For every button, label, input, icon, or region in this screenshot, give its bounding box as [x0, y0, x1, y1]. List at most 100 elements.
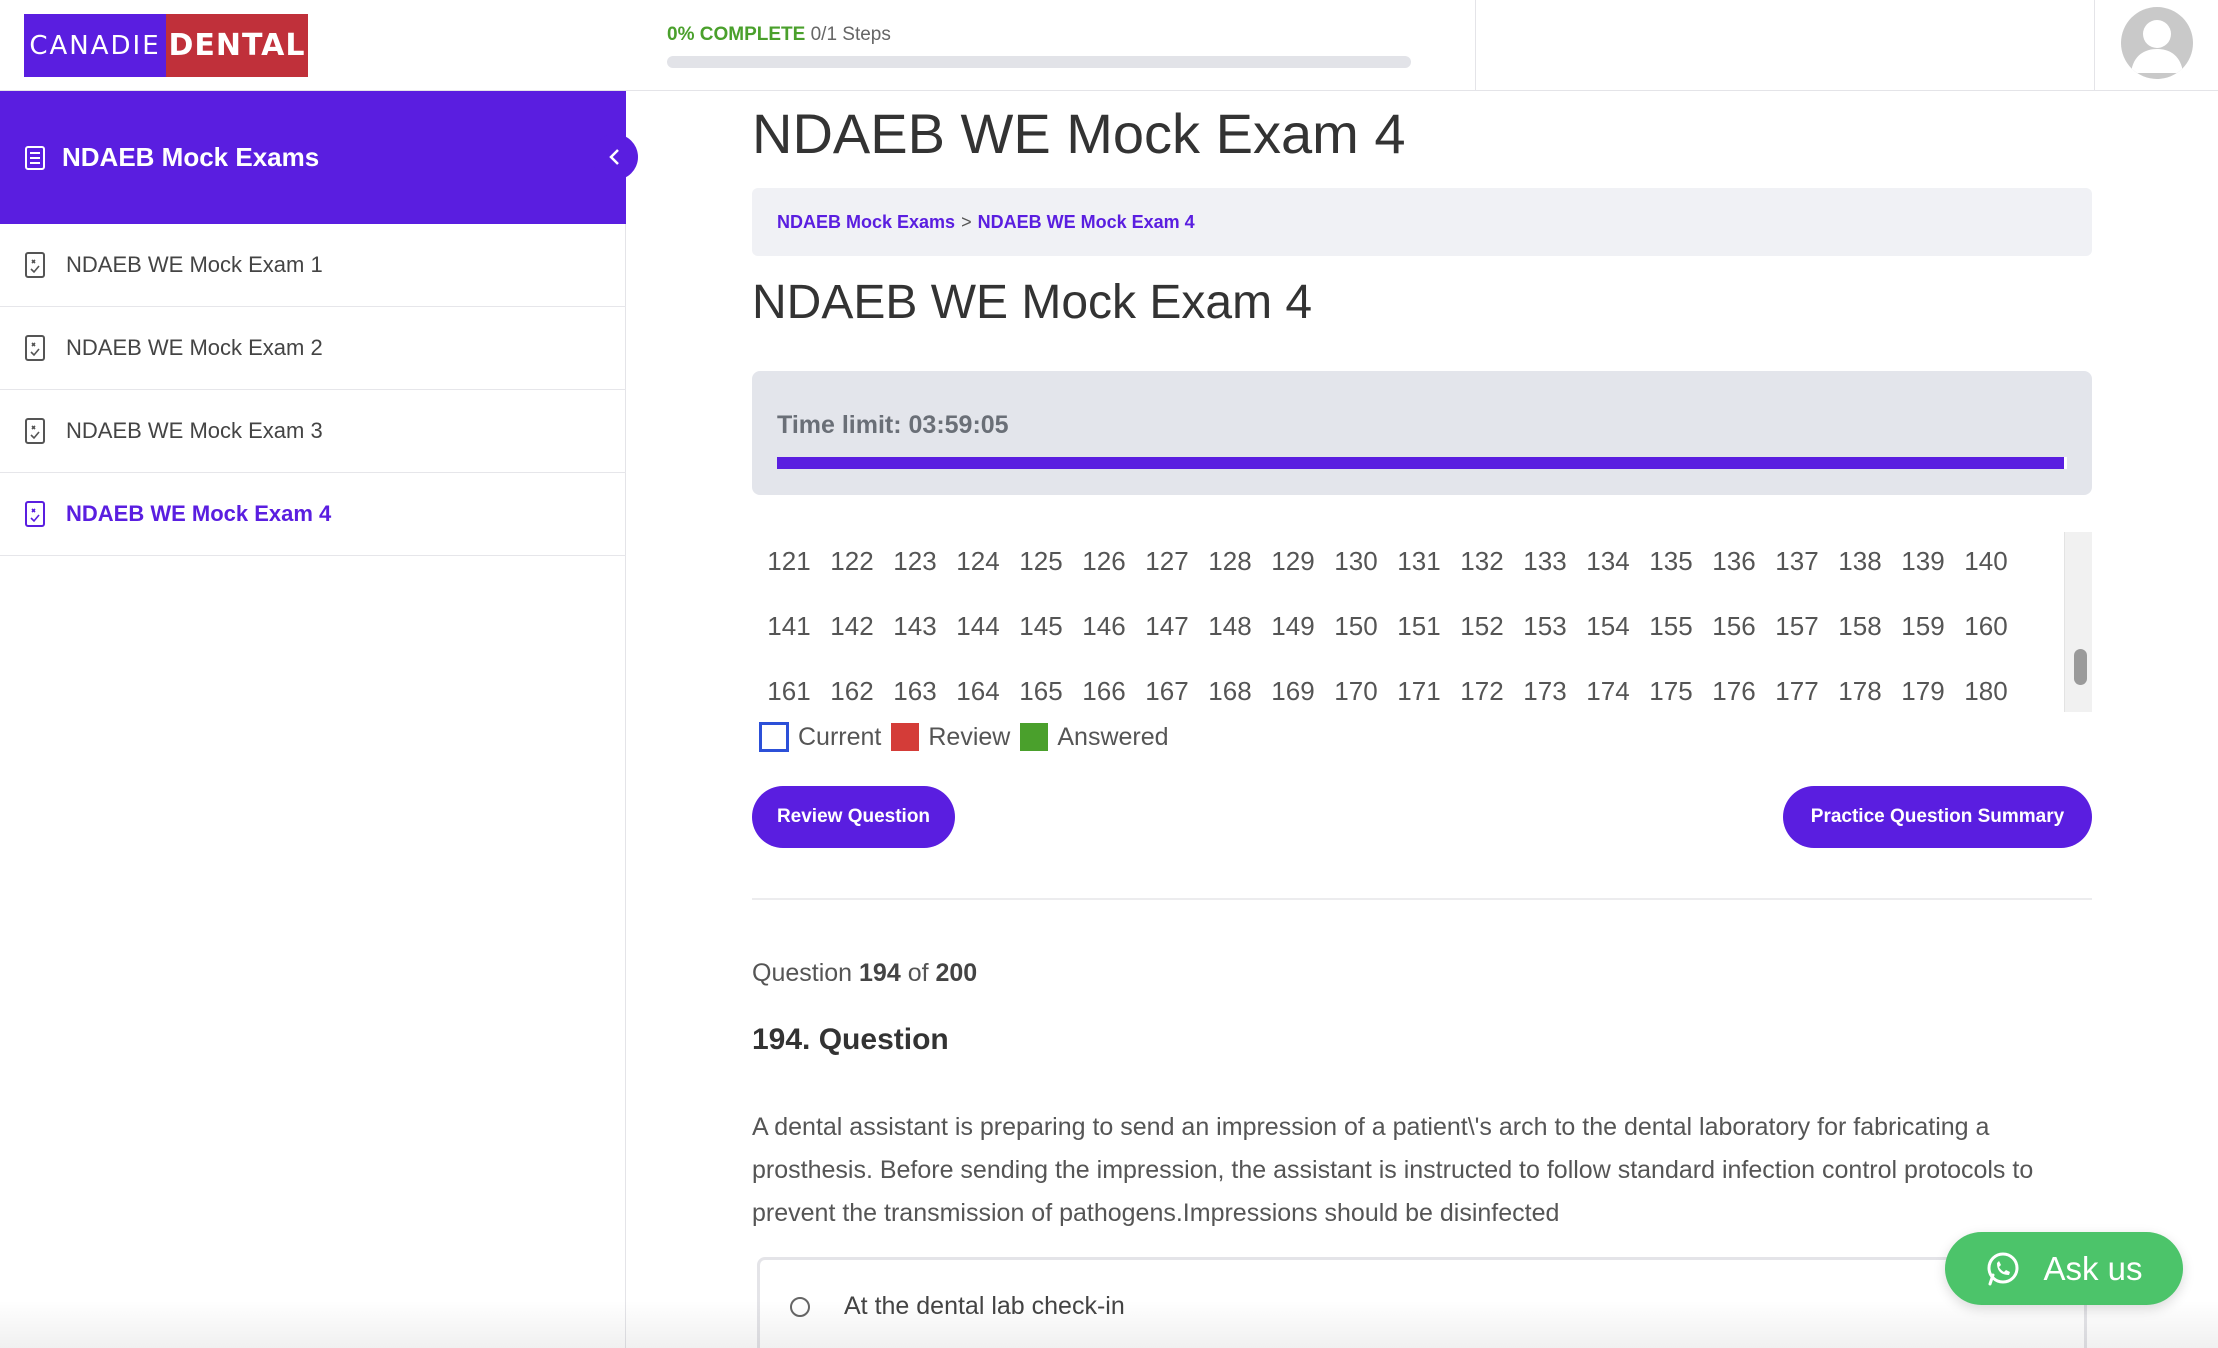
course-progress: 0% COMPLETE 0/1 Steps: [667, 24, 1411, 68]
question-number-button[interactable]: 128: [1201, 532, 1259, 590]
sidebar-item-exam-2[interactable]: NDAEB WE Mock Exam 2: [0, 307, 626, 390]
answer-option-label: At the dental lab check-in: [844, 1292, 1125, 1320]
question-number-button[interactable]: 122: [823, 532, 881, 590]
answer-radio[interactable]: [790, 1297, 810, 1317]
question-number-button[interactable]: 159: [1894, 597, 1952, 655]
breadcrumb-parent-link[interactable]: NDAEB Mock Exams: [777, 212, 955, 233]
question-number-button[interactable]: 165: [1012, 662, 1070, 712]
scrollbar-thumb[interactable]: [2074, 649, 2087, 685]
question-number-button[interactable]: 149: [1264, 597, 1322, 655]
question-number-button[interactable]: 123: [886, 532, 944, 590]
legend-review-swatch: [891, 723, 920, 751]
sidebar-item-exam-3[interactable]: NDAEB WE Mock Exam 3: [0, 390, 626, 473]
sidebar-title: NDAEB Mock Exams: [62, 142, 320, 172]
question-number-button[interactable]: 142: [823, 597, 881, 655]
question-text: A dental assistant is preparing to send …: [752, 1113, 2034, 1227]
question-number-button[interactable]: 175: [1642, 662, 1700, 712]
sidebar-item-exam-4[interactable]: NDAEB WE Mock Exam 4: [0, 473, 626, 556]
question-number-button[interactable]: 156: [1705, 597, 1763, 655]
question-number-button[interactable]: 161: [760, 662, 818, 712]
time-limit-bar-fill: [777, 457, 2065, 469]
question-number-button[interactable]: 133: [1516, 532, 1574, 590]
question-number-button[interactable]: 166: [1075, 662, 1133, 712]
question-number-button[interactable]: 139: [1894, 532, 1952, 590]
quiz-icon: [25, 501, 45, 527]
question-number-button[interactable]: 164: [949, 662, 1007, 712]
question-number-button[interactable]: 135: [1642, 532, 1700, 590]
question-number-button[interactable]: 157: [1768, 597, 1826, 655]
question-number-button[interactable]: 140: [1957, 532, 2015, 590]
quiz-icon: [25, 418, 45, 444]
question-number-button[interactable]: 155: [1642, 597, 1700, 655]
question-number-button[interactable]: 163: [886, 662, 944, 712]
top-bar: CANADIE DENTAL 0% COMPLETE 0/1 Steps: [0, 0, 2218, 91]
user-avatar-icon[interactable]: [2121, 7, 2193, 79]
question-title: 194. Question: [752, 1023, 949, 1056]
question-number-button[interactable]: 134: [1579, 532, 1637, 590]
sidebar-header[interactable]: NDAEB Mock Exams: [0, 91, 626, 224]
question-number-button[interactable]: 172: [1453, 662, 1511, 712]
question-number-button[interactable]: 143: [886, 597, 944, 655]
question-number-button[interactable]: 160: [1957, 597, 2015, 655]
time-limit-panel: Time limit: 03:59:05: [752, 371, 2092, 495]
question-number-button[interactable]: 154: [1579, 597, 1637, 655]
question-number-button[interactable]: 124: [949, 532, 1007, 590]
question-number-button[interactable]: 141: [760, 597, 818, 655]
question-number-button[interactable]: 179: [1894, 662, 1952, 712]
breadcrumb-current-link[interactable]: NDAEB WE Mock Exam 4: [978, 212, 1195, 233]
header-divider: [2094, 0, 2095, 90]
question-number-button[interactable]: 130: [1327, 532, 1385, 590]
question-number-button[interactable]: 173: [1516, 662, 1574, 712]
progress-bar: [667, 56, 1411, 68]
legend-current-swatch: [759, 722, 789, 752]
question-number-button[interactable]: 168: [1201, 662, 1259, 712]
question-number-button[interactable]: 132: [1453, 532, 1511, 590]
question-number-button[interactable]: 153: [1516, 597, 1574, 655]
question-number-button[interactable]: 148: [1201, 597, 1259, 655]
question-number-button[interactable]: 170: [1327, 662, 1385, 712]
question-status-legend: Current Review Answered: [759, 722, 1179, 752]
question-number-button[interactable]: 146: [1075, 597, 1133, 655]
question-number-button[interactable]: 147: [1138, 597, 1196, 655]
page-title: NDAEB WE Mock Exam 4: [752, 102, 1406, 165]
section-title: NDAEB WE Mock Exam 4: [752, 276, 1313, 329]
question-number-button[interactable]: 162: [823, 662, 881, 712]
question-number-button[interactable]: 180: [1957, 662, 2015, 712]
question-number-button[interactable]: 121: [760, 532, 818, 590]
question-number-button[interactable]: 138: [1831, 532, 1889, 590]
question-number-button[interactable]: 151: [1390, 597, 1448, 655]
question-number-button[interactable]: 131: [1390, 532, 1448, 590]
question-number-button[interactable]: 178: [1831, 662, 1889, 712]
answer-option[interactable]: At the dental lab check-in: [757, 1257, 2087, 1348]
question-number-button[interactable]: 177: [1768, 662, 1826, 712]
course-sidebar: NDAEB Mock Exams NDAEB WE Mock Exam 1 ND…: [0, 91, 638, 1348]
progress-percent: 0% COMPLETE: [667, 24, 806, 45]
question-number-button[interactable]: 171: [1390, 662, 1448, 712]
site-logo[interactable]: CANADIE DENTAL: [24, 14, 308, 77]
question-number-button[interactable]: 167: [1138, 662, 1196, 712]
review-question-button[interactable]: Review Question: [752, 786, 955, 848]
divider: [752, 898, 2092, 900]
question-number-button[interactable]: 144: [949, 597, 1007, 655]
question-number-button[interactable]: 127: [1138, 532, 1196, 590]
question-number-button[interactable]: 137: [1768, 532, 1826, 590]
question-number-button[interactable]: 126: [1075, 532, 1133, 590]
question-number-button[interactable]: 158: [1831, 597, 1889, 655]
legend-current-label: Current: [798, 722, 882, 751]
question-summary-button[interactable]: Practice Question Summary: [1783, 786, 2092, 848]
question-number-button[interactable]: 136: [1705, 532, 1763, 590]
question-number-button[interactable]: 150: [1327, 597, 1385, 655]
question-number-button[interactable]: 129: [1264, 532, 1322, 590]
question-number-button[interactable]: 174: [1579, 662, 1637, 712]
question-number-button[interactable]: 125: [1012, 532, 1070, 590]
sidebar-collapse-button[interactable]: [592, 134, 638, 180]
document-list-icon: [25, 145, 45, 170]
question-number-button[interactable]: 145: [1012, 597, 1070, 655]
question-navigator-scrollbar[interactable]: [2064, 532, 2092, 712]
question-number-button[interactable]: 169: [1264, 662, 1322, 712]
ask-us-chat-button[interactable]: Ask us: [1945, 1232, 2183, 1305]
question-number-button[interactable]: 152: [1453, 597, 1511, 655]
question-counter-current: 194: [859, 959, 901, 987]
sidebar-item-exam-1[interactable]: NDAEB WE Mock Exam 1: [0, 224, 626, 307]
question-number-button[interactable]: 176: [1705, 662, 1763, 712]
